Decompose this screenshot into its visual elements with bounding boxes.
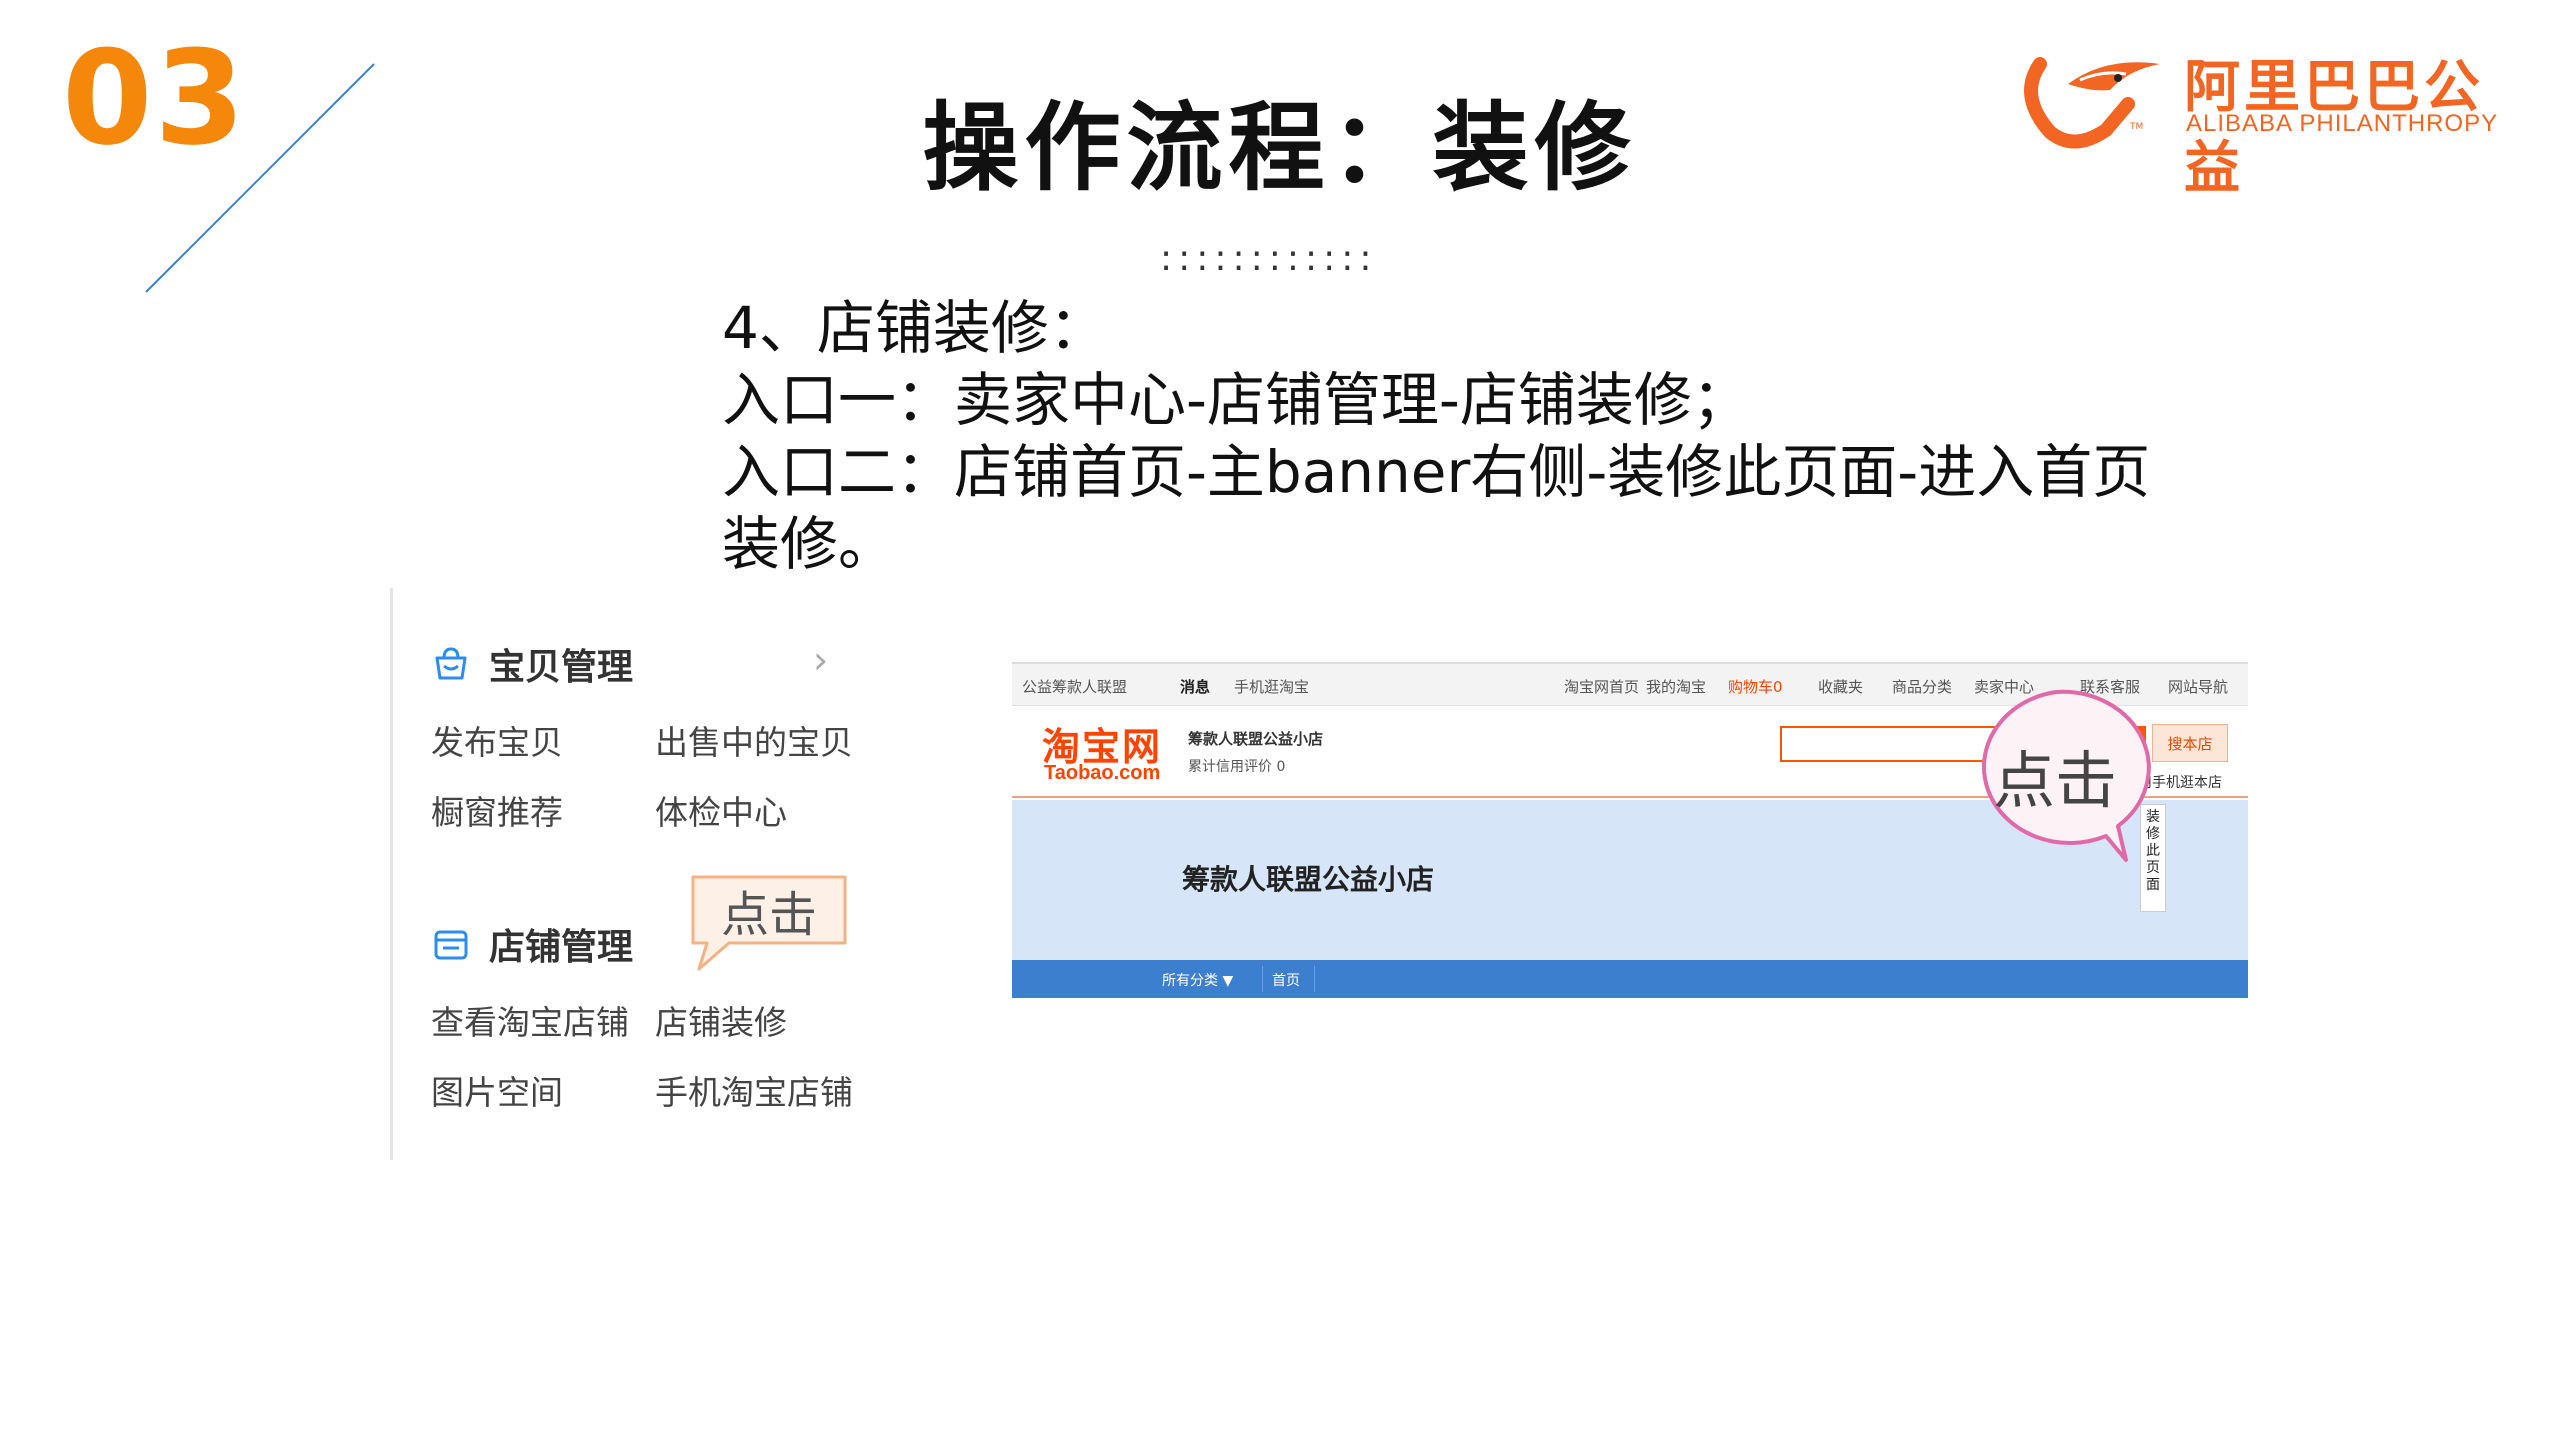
- menu-item-shop-decoration[interactable]: 店铺装修: [655, 996, 787, 1044]
- description-line: 4、店铺装修：: [722, 294, 1107, 362]
- shop-nav-bar: 所有分类 ▼ 首页: [1012, 960, 2248, 998]
- menu-item-showcase[interactable]: 橱窗推荐: [431, 786, 563, 834]
- description-text: 4、店铺装修： 入口一：卖家中心-店铺管理-店铺装修； 入口二：店铺首页-主ba…: [722, 292, 2222, 580]
- description-line: 装修。: [722, 510, 897, 578]
- callout-text-click: 点击: [1992, 744, 2117, 817]
- section-title: 店铺管理: [489, 927, 634, 968]
- section-header-shop-management[interactable]: 店铺管理: [431, 918, 633, 970]
- description-line: 入口二：店铺首页-主banner右侧-装修此页面-进入首页: [722, 438, 2151, 506]
- shop-name[interactable]: 筹款人联盟公益小店: [1188, 728, 1323, 749]
- section-header-item-management[interactable]: 宝贝管理: [431, 638, 633, 690]
- nav-all-categories[interactable]: 所有分类 ▼: [1162, 970, 1233, 990]
- store-icon: [434, 930, 468, 960]
- shop-rating: 累计信用评价 0: [1188, 759, 1286, 775]
- topbar-link-site-nav[interactable]: 网站导航: [2168, 676, 2228, 697]
- bag-icon: [435, 647, 467, 680]
- topbar-link-categories[interactable]: 商品分类: [1892, 676, 1952, 697]
- menu-item-image-space[interactable]: 图片空间: [431, 1066, 563, 1114]
- seller-center-menu: 宝贝管理 › 发布宝贝 出售中的宝贝 橱窗推荐 体检中心 店铺管理 点击 查看淘…: [390, 588, 890, 1160]
- nav-home[interactable]: 首页: [1272, 970, 1300, 990]
- banner-shop-title: 筹款人联盟公益小店: [1182, 863, 1435, 896]
- topbar-messages[interactable]: 消息: [1180, 676, 1210, 697]
- nav-divider: [1262, 966, 1263, 992]
- callout-text-click: 点击: [720, 887, 817, 943]
- menu-item-health-check[interactable]: 体检中心: [655, 786, 787, 834]
- topbar-link-favorites[interactable]: 收藏夹: [1818, 676, 1863, 697]
- logo-name-en: ALIBABA PHILANTHROPY: [2186, 110, 2499, 137]
- menu-item-on-sale[interactable]: 出售中的宝贝: [655, 716, 853, 764]
- topbar-link-my-taobao[interactable]: 我的淘宝: [1646, 676, 1706, 697]
- menu-item-publish[interactable]: 发布宝贝: [431, 716, 563, 764]
- section-title: 宝贝管理: [489, 647, 634, 688]
- dotted-divider: ::::::::::::: [1160, 238, 1378, 279]
- chevron-right-icon[interactable]: ›: [813, 638, 828, 682]
- taobao-shop-screenshot: 公益筹款人联盟 消息 手机逛淘宝 淘宝网首页 我的淘宝 购物车0 收藏夹 商品分…: [1012, 662, 2248, 1002]
- menu-item-mobile-shop[interactable]: 手机淘宝店铺: [655, 1066, 853, 1114]
- topbar-account[interactable]: 公益筹款人联盟: [1022, 676, 1127, 697]
- alibaba-philanthropy-logo: TM 阿里巴巴公益 ALIBABA PHILANTHROPY: [2010, 34, 2510, 201]
- nav-divider: [1314, 966, 1315, 992]
- menu-item-view-shop[interactable]: 查看淘宝店铺: [431, 996, 629, 1044]
- alibaba-smile-logo-icon: [2024, 57, 2160, 149]
- topbar-link-cart[interactable]: 购物车0: [1728, 676, 1783, 697]
- description-line: 入口一：卖家中心-店铺管理-店铺装修；: [722, 366, 1750, 434]
- topbar-mobile[interactable]: 手机逛淘宝: [1234, 676, 1309, 697]
- topbar-link-home[interactable]: 淘宝网首页: [1564, 676, 1639, 697]
- taobao-logo-en: Taobao.com: [1044, 762, 1161, 784]
- logo-trademark: TM: [2130, 122, 2144, 132]
- search-shop-button[interactable]: 搜本店: [2152, 724, 2228, 762]
